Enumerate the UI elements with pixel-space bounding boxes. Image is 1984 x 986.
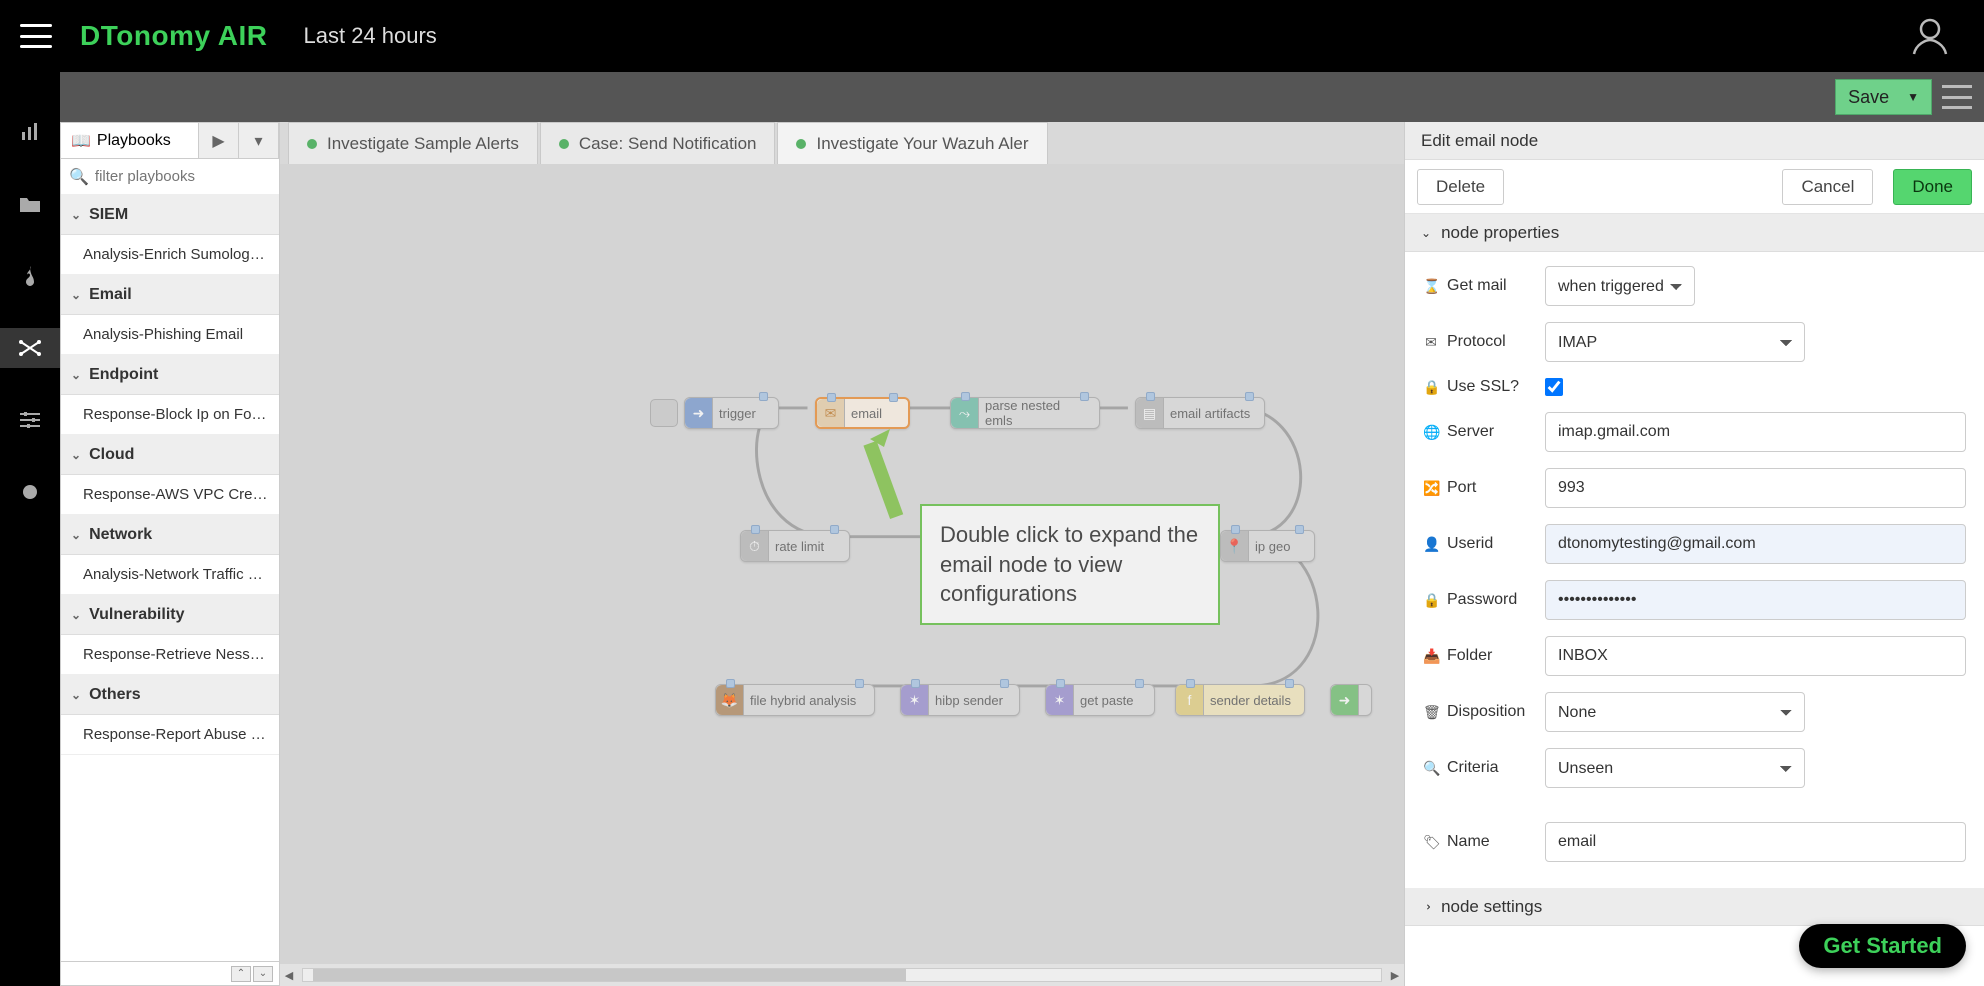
node-rate-limit[interactable]: ⏱rate limit: [740, 530, 850, 562]
playbook-filter-input[interactable]: [95, 168, 271, 185]
node-sender-details[interactable]: fsender details: [1175, 684, 1305, 716]
node-trigger[interactable]: ➜trigger: [684, 397, 779, 429]
canvas-tab[interactable]: Investigate Your Wazuh Aler: [777, 122, 1047, 164]
rail-dashboard-icon[interactable]: [0, 112, 60, 152]
getmail-select[interactable]: when triggered: [1545, 266, 1695, 306]
get-started-button[interactable]: Get Started: [1799, 924, 1966, 968]
canvas-tab[interactable]: Case: Send Notification: [540, 122, 776, 164]
sidebar-group-vulnerability[interactable]: ⌄Vulnerability: [61, 595, 279, 635]
editor-toolbar: Save ▼: [60, 72, 1984, 122]
node-ip-geo[interactable]: 📍ip geo: [1220, 530, 1315, 562]
menu-icon[interactable]: [20, 24, 52, 48]
node-email[interactable]: ✉email: [815, 397, 910, 429]
user-avatar-icon[interactable]: [1908, 14, 1952, 58]
save-button[interactable]: Save ▼: [1835, 79, 1932, 115]
sidebar-collapse-up-icon[interactable]: ⌃: [231, 966, 251, 982]
inbox-icon: 📥: [1423, 648, 1439, 665]
instruction-callout: Double click to expand the email node to…: [920, 504, 1220, 625]
node-output[interactable]: ➜: [1330, 684, 1372, 716]
canvas-tabs: Investigate Sample Alerts Case: Send Not…: [288, 122, 1048, 164]
canvas-tab[interactable]: Investigate Sample Alerts: [288, 122, 538, 164]
cancel-button[interactable]: Cancel: [1782, 169, 1873, 205]
left-icon-rail: [0, 72, 60, 986]
rail-sliders-icon[interactable]: [0, 400, 60, 440]
sidebar-item[interactable]: Analysis-Phishing Email: [61, 315, 279, 355]
sidebar-group-network[interactable]: ⌄Network: [61, 515, 279, 555]
usessl-checkbox[interactable]: [1545, 378, 1563, 396]
disposition-select[interactable]: None: [1545, 692, 1805, 732]
sidebar-collapse-down-icon[interactable]: ⌄: [253, 966, 273, 982]
sidebar-item[interactable]: Analysis-Enrich Sumolog…: [61, 235, 279, 275]
globe-icon: 🌐: [1423, 424, 1439, 441]
sidebar-tab-playbooks[interactable]: 📖 Playbooks: [61, 123, 199, 158]
protocol-select[interactable]: IMAP: [1545, 322, 1805, 362]
user-icon: 👤: [1423, 536, 1439, 553]
time-range-label[interactable]: Last 24 hours: [304, 23, 437, 49]
flow-start-node[interactable]: [650, 399, 678, 427]
sidebar-item[interactable]: Response-Block Ip on Fo…: [61, 395, 279, 435]
criteria-select[interactable]: Unseen: [1545, 748, 1805, 788]
canvas-hscroll[interactable]: ◀ ▶: [280, 964, 1404, 986]
node-properties-form: ⌛Get mail when triggered ✉Protocol IMAP …: [1405, 252, 1984, 882]
playbooks-sidebar: 📖 Playbooks ▶ ▾ 🔍 ⌄SIEM Analysis-Enrich …: [60, 122, 280, 986]
sidebar-dropdown-button[interactable]: ▾: [239, 123, 279, 158]
shuffle-icon: 🔀: [1423, 480, 1439, 497]
search-icon: 🔍: [69, 167, 89, 187]
scroll-thumb[interactable]: [313, 969, 906, 981]
sidebar-footer: ⌃ ⌄: [61, 961, 279, 985]
book-icon: 📖: [71, 131, 91, 151]
node-parse-nested[interactable]: ⤳parse nested emls: [950, 397, 1100, 429]
scroll-left-icon[interactable]: ◀: [280, 966, 298, 984]
lock-icon: 🔒: [1423, 592, 1439, 609]
envelope-icon: ✉: [1423, 334, 1439, 351]
panel-title: Edit email node: [1405, 122, 1984, 160]
section-node-settings[interactable]: ⌄node settings: [1405, 888, 1984, 926]
rail-flame-icon[interactable]: [0, 256, 60, 296]
playbook-filter[interactable]: 🔍: [61, 159, 279, 195]
node-get-paste[interactable]: ✶get paste: [1045, 684, 1155, 716]
sidebar-group-siem[interactable]: ⌄SIEM: [61, 195, 279, 235]
sidebar-tab-label: Playbooks: [97, 132, 171, 150]
hourglass-icon: ⌛: [1423, 278, 1439, 295]
tag-icon: 🏷: [1423, 834, 1439, 851]
sidebar-play-button[interactable]: ▶: [199, 123, 239, 158]
search-icon: 🔍: [1423, 760, 1439, 777]
save-label: Save: [1848, 87, 1889, 108]
rail-folder-icon[interactable]: [0, 184, 60, 224]
sidebar-group-cloud[interactable]: ⌄Cloud: [61, 435, 279, 475]
name-input[interactable]: [1545, 822, 1966, 862]
section-node-properties[interactable]: ⌄node properties: [1405, 214, 1984, 252]
node-email-artifacts[interactable]: ▤email artifacts: [1135, 397, 1265, 429]
scroll-right-icon[interactable]: ▶: [1386, 966, 1404, 984]
userid-input[interactable]: [1545, 524, 1966, 564]
edit-node-panel: Edit email node Delete Cancel Done ⌄node…: [1404, 122, 1984, 986]
sidebar-item[interactable]: Response-AWS VPC Cre…: [61, 475, 279, 515]
port-input[interactable]: [1545, 468, 1966, 508]
server-input[interactable]: [1545, 412, 1966, 452]
trash-icon: 🗑: [1423, 704, 1439, 721]
caret-down-icon: ▼: [1907, 90, 1919, 104]
delete-button[interactable]: Delete: [1417, 169, 1504, 205]
rail-flow-icon[interactable]: [0, 328, 60, 368]
node-file-hybrid[interactable]: 🦊file hybrid analysis: [715, 684, 875, 716]
folder-input[interactable]: [1545, 636, 1966, 676]
sidebar-item[interactable]: Response-Report Abuse …: [61, 715, 279, 755]
rail-circle-icon[interactable]: [0, 472, 60, 512]
flow-canvas[interactable]: Investigate Sample Alerts Case: Send Not…: [280, 122, 1404, 986]
node-hibp-sender[interactable]: ✶hibp sender: [900, 684, 1020, 716]
top-header: DTonomy AIR Last 24 hours: [0, 0, 1984, 72]
sidebar-group-others[interactable]: ⌄Others: [61, 675, 279, 715]
done-button[interactable]: Done: [1893, 169, 1972, 205]
editor-menu-icon[interactable]: [1942, 85, 1972, 109]
sidebar-item[interactable]: Response-Retrieve Ness…: [61, 635, 279, 675]
password-input[interactable]: [1545, 580, 1966, 620]
sidebar-item[interactable]: Analysis-Network Traffic …: [61, 555, 279, 595]
sidebar-group-email[interactable]: ⌄Email: [61, 275, 279, 315]
brand-title: DTonomy AIR: [80, 20, 268, 52]
lock-icon: 🔒: [1423, 379, 1439, 396]
sidebar-group-endpoint[interactable]: ⌄Endpoint: [61, 355, 279, 395]
